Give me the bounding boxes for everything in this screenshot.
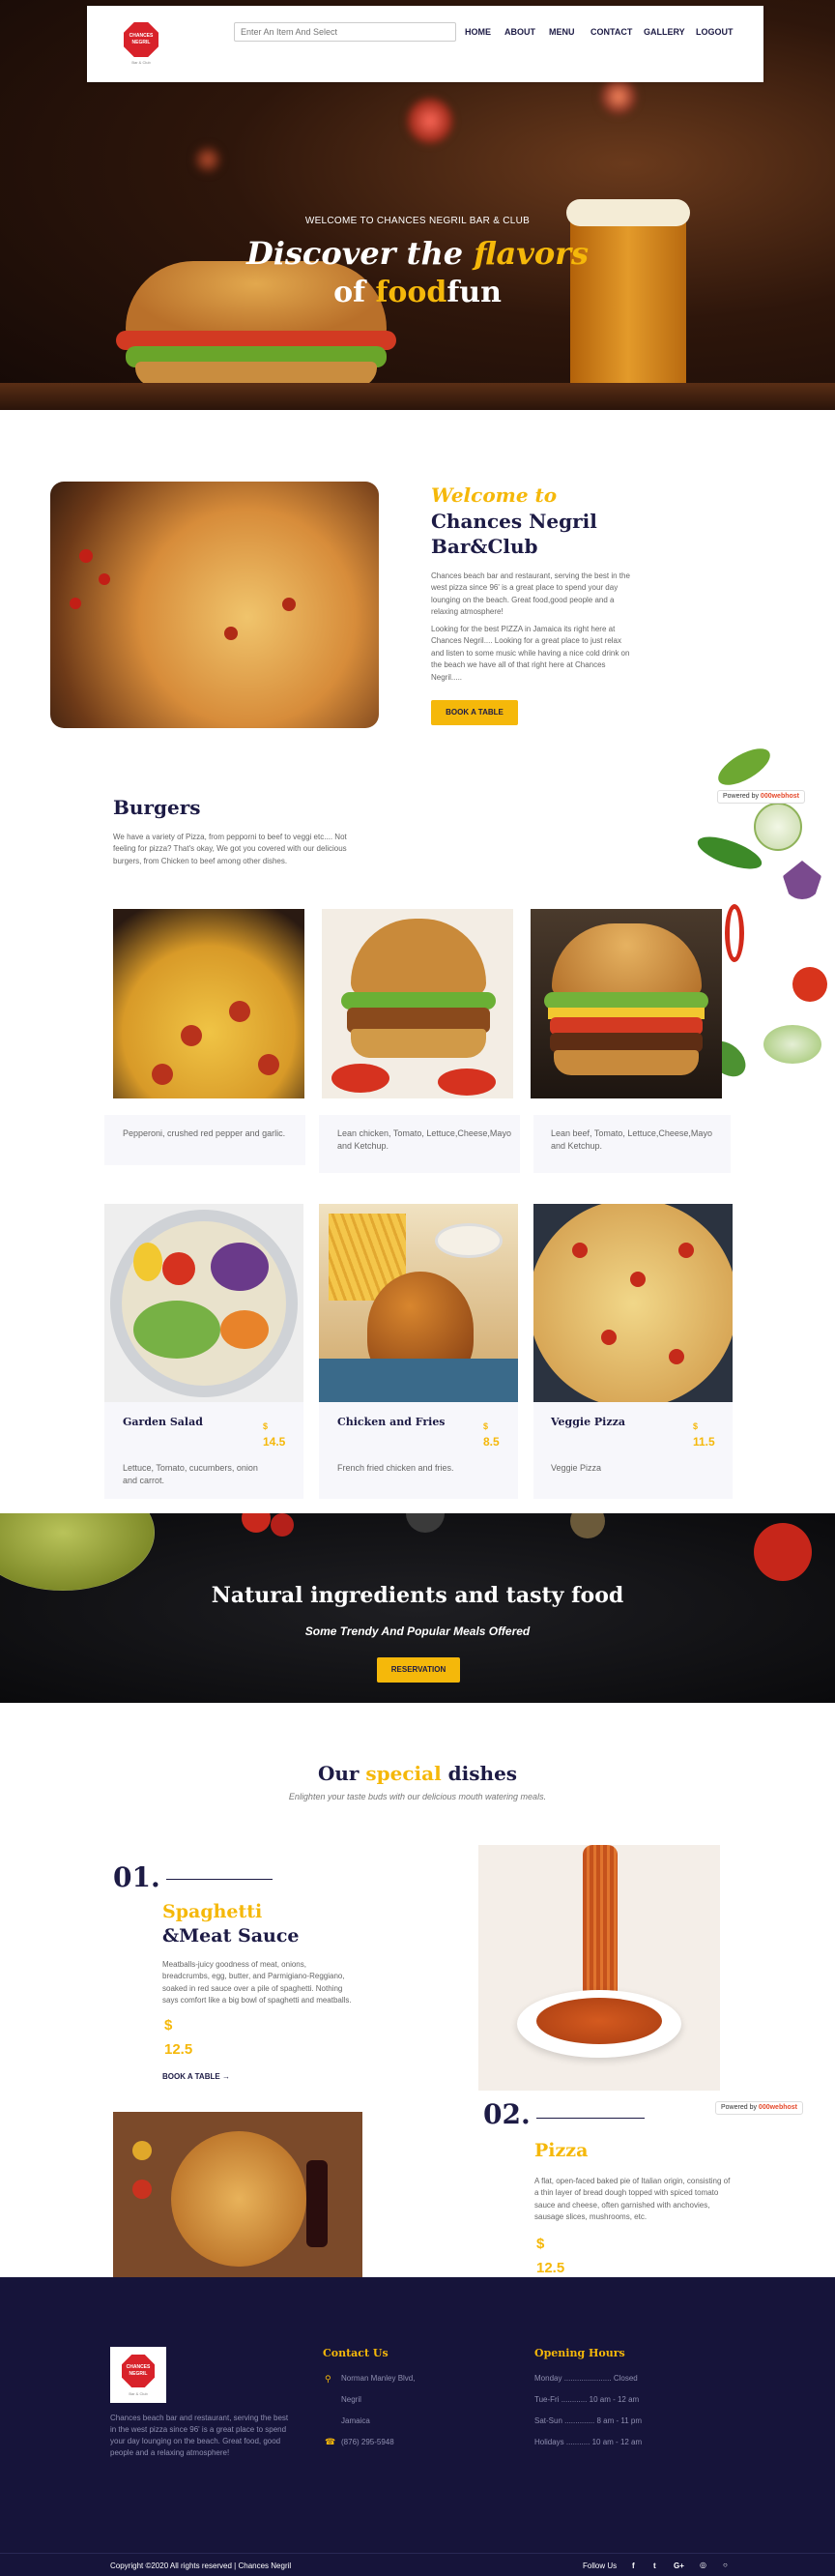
book-table-link[interactable]: BOOK A TABLE →	[162, 2072, 230, 2081]
nav-logout[interactable]: LOGOUT	[696, 27, 734, 37]
pepperoni-pizza-image	[113, 909, 304, 1098]
hero-kicker: WELCOME TO CHANCES NEGRIL BAR & CLUB	[304, 216, 531, 226]
arrow-right-icon: →	[221, 2072, 230, 2081]
phone-icon: ☎	[325, 2437, 336, 2446]
banner-title: Natural ingredients and tasty food	[211, 1583, 624, 1608]
logo[interactable]: CHANCES NEGRIL	[124, 22, 158, 57]
currency: $	[483, 1421, 489, 1431]
menu-item-desc: Lean beef, Tomato, Lettuce,Cheese,Mayo a…	[551, 1128, 712, 1151]
currency: $	[693, 1421, 699, 1431]
menu-item-desc: Pepperoni, crushed red pepper and garlic…	[123, 1128, 286, 1138]
dish-description: Meatballs-juicy goodness of meat, onions…	[162, 1960, 352, 2005]
hours-row: Tue-Fri ............ 10 am - 12 am	[534, 2395, 640, 2404]
bokeh-light	[599, 77, 638, 116]
welcome-title-line1: Chances Negril	[431, 510, 597, 533]
reservation-button[interactable]: RESERVATION	[377, 1657, 460, 1683]
beef-burger-image	[531, 909, 722, 1098]
menu-card[interactable]	[533, 1398, 733, 1499]
welcome-title-line2: Bar&Club	[431, 535, 538, 558]
hours-row: Sat-Sun .............. 8 am - 11 pm	[534, 2416, 643, 2425]
book-table-button[interactable]: BOOK A TABLE	[431, 700, 518, 725]
copyright: Copyright ©2020 All rights reserved | Ch…	[110, 2561, 292, 2570]
dish-price: 12.5	[536, 2260, 565, 2276]
powered-by-badge[interactable]: Powered by 000webhost	[717, 790, 805, 804]
menu-card[interactable]	[104, 1115, 305, 1165]
contact-title: Contact Us	[323, 2347, 389, 2359]
map-marker-icon: ⚲	[325, 2374, 331, 2384]
currency: $	[263, 1421, 269, 1431]
dish-number: 01.	[113, 1861, 160, 1893]
chicken-fries-image	[319, 1204, 518, 1402]
menu-item-name: Garden Salad	[123, 1416, 203, 1428]
footer-logo[interactable]: CHANCES NEGRIL Bar & Club	[110, 2347, 166, 2403]
hours-row: Holidays ........... 10 am - 12 am	[534, 2438, 643, 2446]
dish-description: A flat, open-faced baked pie of Italian …	[534, 2177, 731, 2222]
powered-by-badge[interactable]: Powered by 000webhost	[715, 2101, 803, 2115]
contact-address: Norman Manley Blvd,	[341, 2374, 416, 2383]
menu-item-desc: Lean chicken, Tomato, Lettuce,Cheese,May…	[337, 1128, 511, 1151]
table-surface	[0, 383, 835, 410]
dish-name-line2: &Meat Sauce	[162, 1925, 300, 1947]
hero-title-line2: of foodfun	[333, 276, 502, 309]
menu-item-name: Chicken and Fries	[337, 1416, 446, 1428]
menu-item-desc: Veggie Pizza	[551, 1463, 602, 1473]
bokeh-light	[406, 97, 454, 145]
dish-name: Pizza	[534, 2140, 589, 2161]
currency: $	[164, 2017, 173, 2034]
dish-number: 02.	[483, 2098, 531, 2130]
burgers-description: We have a variety of Pizza, from pepporn…	[113, 833, 347, 865]
menu-item-price: 11.5	[693, 1435, 715, 1449]
welcome-paragraph-1: Chances beach bar and restaurant, servin…	[431, 571, 630, 617]
menu-item-name: Veggie Pizza	[551, 1416, 625, 1428]
nav-about[interactable]: ABOUT	[504, 27, 535, 37]
special-subtitle: Enlighten your taste buds with our delic…	[288, 1792, 547, 1801]
spaghetti-image	[478, 1845, 720, 2091]
twitter-icon[interactable]: t	[653, 2561, 656, 2570]
hero-title-line1: Discover the flavors	[245, 235, 590, 272]
veggie-pizza-image	[533, 1204, 733, 1402]
follow-us-label: Follow Us	[583, 2561, 618, 2570]
nav-gallery[interactable]: GALLERY	[644, 27, 685, 37]
logo-tagline: Bar & Club	[131, 60, 151, 65]
instagram-icon[interactable]: ○	[723, 2561, 728, 2569]
chicken-burger-image	[322, 909, 513, 1098]
menu-item-price: 8.5	[483, 1435, 500, 1449]
divider-line	[166, 1879, 273, 1880]
nav-home[interactable]: HOME	[465, 27, 491, 37]
hours-title: Opening Hours	[534, 2347, 625, 2359]
special-title: Our special dishes	[317, 1762, 518, 1785]
pizza-board-image	[113, 2112, 362, 2278]
dish-price: 12.5	[164, 2041, 193, 2058]
dribbble-icon[interactable]: ◎	[700, 2561, 706, 2569]
contact-city: Negril	[341, 2395, 361, 2404]
welcome-kicker: Welcome to	[431, 483, 558, 507]
currency: $	[536, 2236, 545, 2252]
bokeh-light	[193, 145, 222, 174]
banner-subtitle: Some Trendy And Popular Meals Offered	[304, 1625, 531, 1638]
menu-item-price: 14.5	[263, 1435, 286, 1449]
hours-row: Monday ...................... Closed	[534, 2374, 638, 2383]
dish-name-line1: Spaghetti	[162, 1901, 263, 1922]
nav-contact[interactable]: CONTACT	[590, 27, 632, 37]
contact-phone[interactable]: (876) 295-5948	[341, 2438, 394, 2446]
divider-line	[536, 2118, 645, 2119]
menu-card[interactable]	[319, 1398, 518, 1499]
footer-divider	[0, 2553, 835, 2554]
burgers-title: Burgers	[113, 796, 201, 819]
footer-about: Chances beach bar and restaurant, servin…	[110, 2414, 289, 2457]
search-input[interactable]	[234, 22, 456, 42]
contact-country: Jamaica	[341, 2416, 370, 2425]
menu-item-desc: Lettuce, Tomato, cucumbers, onion and ca…	[123, 1463, 258, 1485]
welcome-paragraph-2: Looking for the best PIZZA in Jamaica it…	[431, 625, 630, 682]
pizza-image	[50, 482, 379, 728]
google-plus-icon[interactable]: G+	[674, 2561, 684, 2570]
garden-salad-image	[104, 1204, 303, 1402]
navbar: CHANCESNEGRIL Bar & Club HOME ABOUT MENU…	[87, 6, 763, 82]
nav-menu[interactable]: MENU	[549, 27, 575, 37]
menu-item-desc: French fried chicken and fries.	[337, 1463, 454, 1473]
facebook-icon[interactable]: f	[632, 2561, 635, 2570]
